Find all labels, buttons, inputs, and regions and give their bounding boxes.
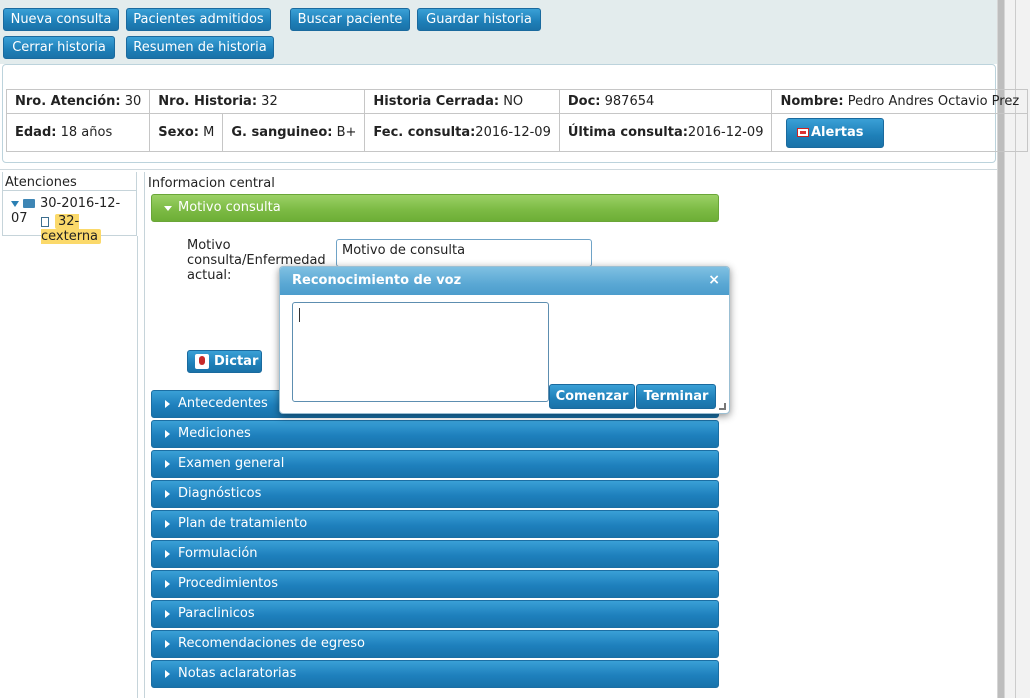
dialog-title[interactable]: Reconocimiento de voz (280, 267, 729, 295)
doc-cell: Doc: 987654 (558, 89, 773, 114)
alertas-cell: Alertas (771, 113, 1029, 152)
fec-consulta-label: Fec. consulta: (373, 125, 476, 140)
tree-divider (3, 190, 136, 191)
section-diagnosticos[interactable]: Diagnósticos (151, 480, 719, 508)
section-motivo-consulta[interactable]: Motivo consulta (151, 194, 719, 222)
doc-value: 987654 (604, 94, 655, 109)
nro-atencion-cell: Nro. Atención: 30 (5, 89, 151, 114)
section-examen-general[interactable]: Examen general (151, 450, 719, 478)
sexo-value: M (203, 125, 215, 140)
section-divider (0, 169, 997, 170)
nro-historia-label: Nro. Historia: (158, 94, 258, 109)
nombre-cell: Nombre: Pedro Andres Octavio Prez (771, 89, 1029, 114)
edad-label: Edad: (15, 125, 57, 140)
cerrar-historia-button[interactable]: Cerrar historia (3, 36, 115, 59)
atenciones-tree: Atenciones 30-2016-12-07 32-cexterna (2, 172, 137, 244)
historia-cerrada-label: Historia Cerrada: (373, 94, 500, 109)
tree-node-consulta[interactable]: 32-cexterna (41, 214, 136, 244)
pacientes-admitidos-button[interactable]: Pacientes admitidos (126, 8, 271, 31)
edad-cell: Edad: 18 años (5, 113, 151, 152)
center-title: Informacion central (148, 176, 275, 191)
dictation-textarea[interactable] (292, 302, 549, 402)
patient-info-table: Nro. Atención: 30 Nro. Historia: 32 Hist… (5, 89, 1029, 152)
comenzar-button[interactable]: Comenzar (549, 384, 635, 409)
patient-info-panel: Nro. Atención: 30 Nro. Historia: 32 Hist… (2, 64, 1029, 163)
dictar-label: Dictar (214, 354, 259, 369)
sangre-cell: G. sanguineo: B+ (222, 113, 366, 152)
nro-atencion-label: Nro. Atención: (15, 94, 121, 109)
microphone-icon (195, 354, 209, 369)
section-paraclinicos[interactable]: Paraclinicos (151, 600, 719, 628)
section-recomendaciones-egreso[interactable]: Recomendaciones de egreso (151, 630, 719, 658)
alertas-button[interactable]: Alertas (786, 117, 885, 148)
section-notas-aclaratorias[interactable]: Notas aclaratorias (151, 660, 719, 688)
section-procedimientos[interactable]: Procedimientos (151, 570, 719, 598)
nombre-value: Pedro Andres Octavio Prez (847, 94, 1020, 109)
nro-historia-cell: Nro. Historia: 32 (149, 89, 366, 114)
ultima-consulta-cell: Última consulta:2016-12-09 (558, 113, 773, 152)
guardar-historia-button[interactable]: Guardar historia (417, 8, 541, 31)
nueva-consulta-button[interactable]: Nueva consulta (3, 8, 119, 31)
tree-node-selected-label: 32-cexterna (41, 214, 102, 244)
alert-icon (797, 127, 810, 137)
document-icon (41, 216, 49, 227)
edad-value: 18 años (60, 125, 113, 140)
section-formulacion[interactable]: Formulación (151, 540, 719, 568)
sexo-label: Sexo: (158, 125, 199, 140)
historia-cerrada-value: NO (503, 94, 524, 109)
nro-historia-value: 32 (261, 94, 278, 109)
close-icon[interactable]: × (708, 272, 720, 288)
sangre-label: G. sanguineo: (231, 125, 333, 140)
expand-icon[interactable] (11, 200, 19, 207)
buscar-paciente-button[interactable]: Buscar paciente (290, 8, 410, 31)
atenciones-title: Atenciones (5, 175, 77, 190)
voice-recognition-dialog: Reconocimiento de voz × Comenzar Termina… (279, 266, 730, 414)
historia-cerrada-cell: Historia Cerrada: NO (364, 89, 560, 114)
folder-open-icon (23, 199, 35, 208)
section-mediciones[interactable]: Mediciones (151, 420, 719, 448)
terminar-button[interactable]: Terminar (636, 384, 716, 409)
resumen-historia-button[interactable]: Resumen de historia (126, 36, 274, 59)
sangre-value: B+ (336, 125, 357, 140)
alertas-label: Alertas (811, 124, 864, 140)
sexo-cell: Sexo: M (149, 113, 224, 152)
main-panel-border (144, 172, 145, 698)
dictar-button[interactable]: Dictar (187, 350, 262, 373)
ultima-consulta-value: 2016-12-09 (687, 125, 764, 140)
doc-label: Doc: (567, 94, 601, 109)
left-panel-border (137, 236, 138, 698)
fec-consulta-cell: Fec. consulta:2016-12-09 (364, 113, 560, 152)
resize-handle-icon[interactable] (719, 403, 726, 410)
ultima-consulta-label: Última consulta: (567, 125, 688, 140)
nombre-label: Nombre: (780, 94, 844, 109)
nro-atencion-value: 30 (124, 94, 142, 109)
section-plan-tratamiento[interactable]: Plan de tratamiento (151, 510, 719, 538)
motivo-input[interactable]: Motivo de consulta (336, 239, 592, 267)
fec-consulta-value: 2016-12-09 (475, 125, 551, 140)
